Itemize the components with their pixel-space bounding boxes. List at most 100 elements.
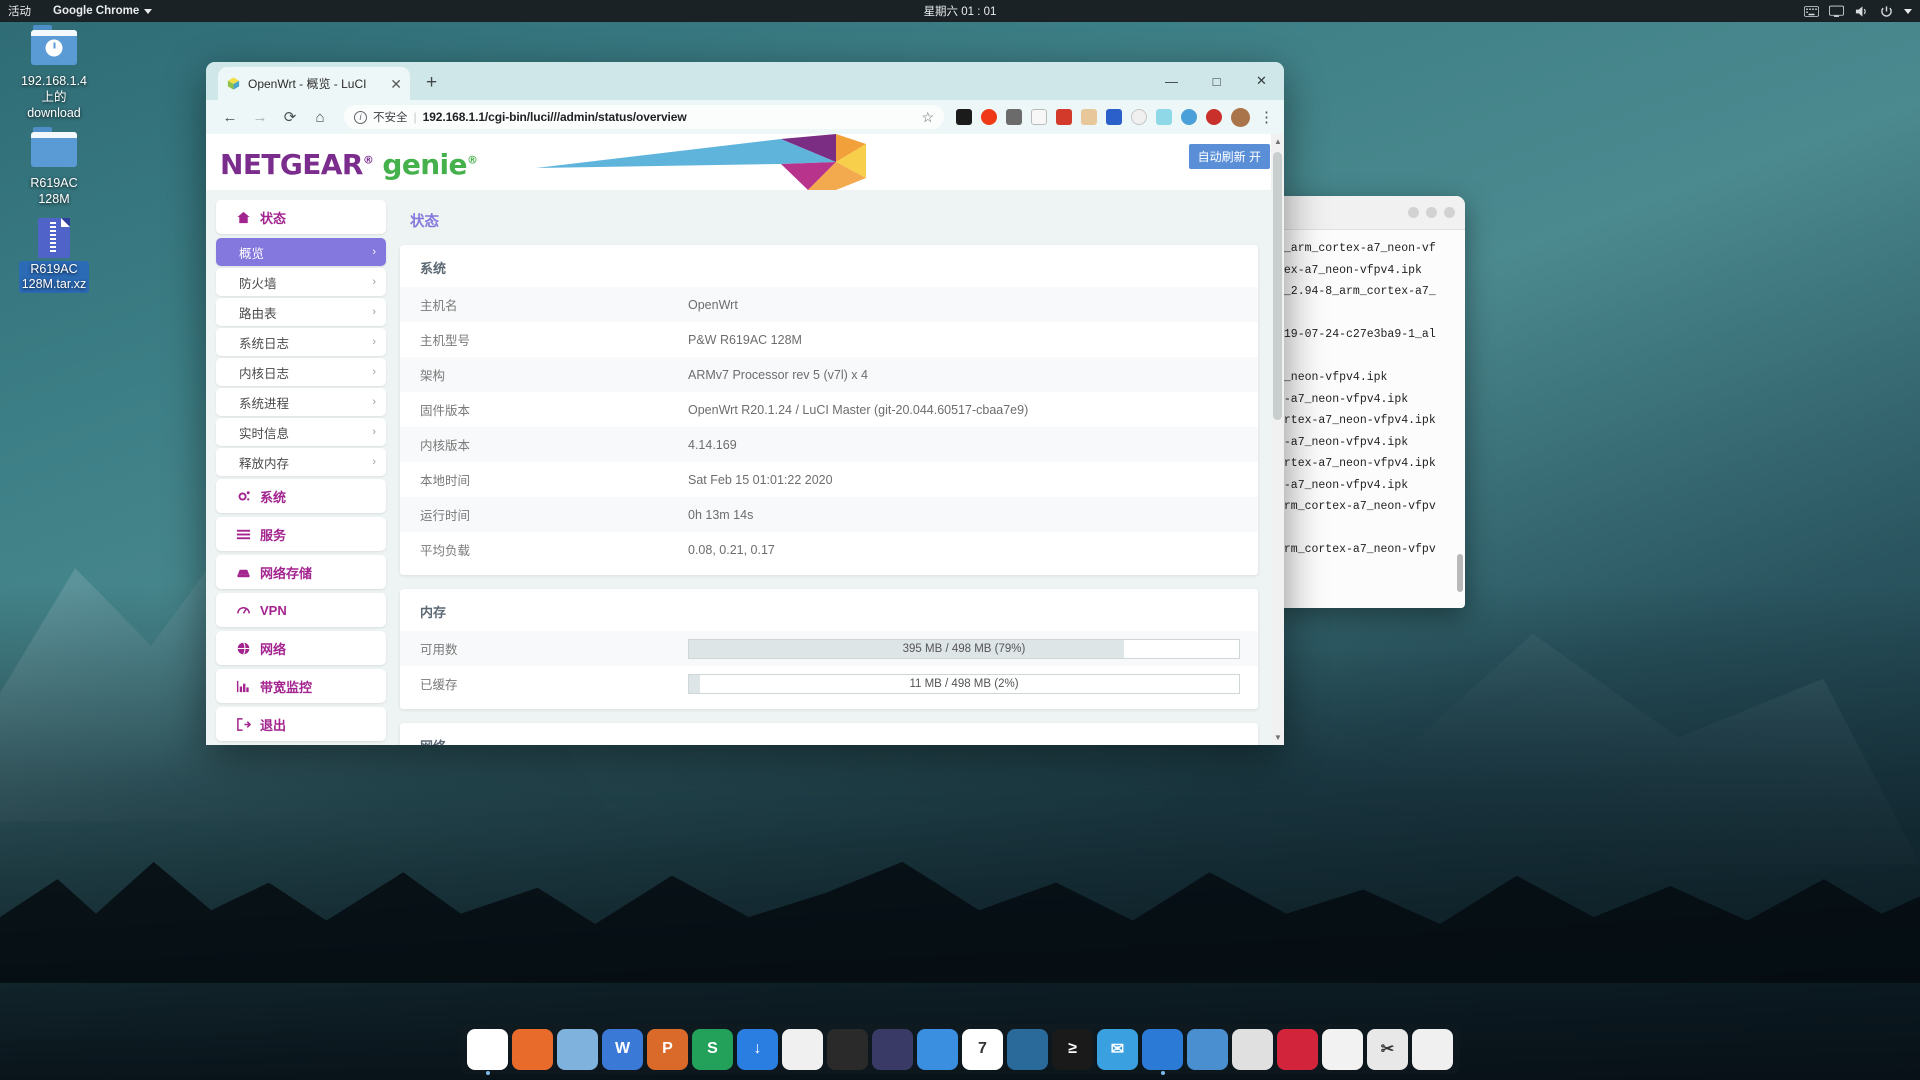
sidebar-subitem-释放内存[interactable]: 释放内存› [216,448,386,476]
page-scrollbar[interactable]: ▲ ▼ [1271,134,1284,745]
sidebar-subitem-内核日志[interactable]: 内核日志› [216,358,386,386]
sidebar-item-bandwidth[interactable]: 带宽监控 [216,669,386,703]
dock-item-drive[interactable] [782,1029,823,1070]
sidebar-item-services[interactable]: 服务 [216,517,386,551]
dock-item-chrome[interactable] [467,1029,508,1070]
scroll-down-icon[interactable]: ▼ [1274,733,1282,742]
home-button[interactable]: ⌂ [306,103,334,131]
ext-blue-icon[interactable] [1106,109,1122,125]
chrome-menu-button[interactable]: ⋮ [1259,108,1274,126]
ext-bulb-icon[interactable] [1006,109,1022,125]
info-icon[interactable]: i [354,111,367,124]
sidebar: 状态概览›防火墙›路由表›系统日志›内核日志›系统进程›实时信息›释放内存› 系统… [206,190,386,745]
active-app-menu[interactable]: Google Chrome [53,5,152,17]
auto-refresh-button[interactable]: 自动刷新 开 [1189,144,1270,169]
row-key: 可用数 [420,639,688,658]
card-title: 内存 [400,589,1258,631]
dock-item-cat-app[interactable] [827,1029,868,1070]
sidebar-subitem-label: 系统进程 [239,393,289,412]
dock-item-night-app[interactable] [872,1029,913,1070]
desktop-icon-r619ac-folder[interactable]: R619AC 128M [2,132,106,207]
desktop-icon-r619ac-archive[interactable]: R619AC 128M.tar.xz [2,218,106,293]
dock-item-glyph: 7 [978,1040,987,1058]
scroll-up-icon[interactable]: ▲ [1274,137,1282,146]
dock-item-wps-writer[interactable]: W [602,1029,643,1070]
dock-item-cut-tool[interactable]: ✂ [1367,1029,1408,1070]
dock-item-downloader[interactable]: ↓ [737,1029,778,1070]
sidebar-item-status[interactable]: 状态 [216,200,386,234]
sidebar-item-network[interactable]: 网络 [216,631,386,665]
dock-item-image-viewer[interactable] [557,1029,598,1070]
scrollbar-thumb[interactable] [1273,152,1282,420]
sidebar-subitem-实时信息[interactable]: 实时信息› [216,418,386,446]
system-tray[interactable] [1804,5,1912,18]
sidebar-item-label: 状态 [260,208,286,227]
desktop-icon-download-folder[interactable]: 192.168.1.4 上的 download [2,30,106,121]
ext-wifi-icon[interactable] [1181,109,1197,125]
reload-button[interactable]: ⟳ [276,103,304,131]
dock-item-calendar[interactable]: 7 [962,1029,1003,1070]
dock-item-browser-round[interactable] [1142,1029,1183,1070]
tab-openwrt[interactable]: OpenWrt - 概览 - LuCI ✕ [218,67,410,100]
system-card: 系统主机名OpenWrt主机型号P&W R619AC 128M架构ARMv7 P… [400,245,1258,575]
ext-dark-icon[interactable] [956,109,972,125]
ext-tan-icon[interactable] [1081,109,1097,125]
background-window-controls[interactable] [1408,207,1455,218]
luci-body: 状态概览›防火墙›路由表›系统日志›内核日志›系统进程›实时信息›释放内存› 系统… [206,190,1284,745]
ext-pdf-icon[interactable] [1056,109,1072,125]
sidebar-item-system[interactable]: 系统 [216,479,386,513]
genie-wordmark: genie [382,148,467,181]
dock-item-wps-spreadsheet[interactable]: S [692,1029,733,1070]
omnibox-toolbar: ← → ⟳ ⌂ i 不安全 | 192.168.1.1/cgi-bin/luci… [206,100,1284,134]
dock-item-mail[interactable]: ✉ [1097,1029,1138,1070]
close-window-button[interactable]: ✕ [1239,62,1284,100]
tab-close-icon[interactable]: ✕ [390,77,402,91]
sidebar-subitem-系统日志[interactable]: 系统日志› [216,328,386,356]
clock[interactable]: 星期六 01 : 01 [924,3,997,19]
sidebar-item-storage[interactable]: 网络存储 [216,555,386,589]
display-icon [1829,5,1844,18]
background-window-line: a-a7_neon-vfpv4.ipk [1273,432,1465,454]
minimize-button[interactable]: — [1149,62,1194,100]
ext-cloud-icon[interactable] [1031,109,1047,125]
background-window-line [1273,346,1465,368]
dock-item-browser-blue[interactable] [917,1029,958,1070]
background-window-line: ortex-a7_neon-vfpv4.ipk [1273,453,1465,475]
dock-item-terminal[interactable]: ≥ [1052,1029,1093,1070]
dock-item-settings[interactable] [1187,1029,1228,1070]
background-window-line: arm_cortex-a7_neon-vfpv [1273,496,1465,518]
sidebar-item-vpn[interactable]: VPN [216,593,386,627]
dock-item-flower-app[interactable] [1412,1029,1453,1070]
maximize-button[interactable]: □ [1194,62,1239,100]
background-window-scrollbar[interactable] [1457,554,1463,592]
new-tab-button[interactable]: + [426,73,437,92]
dock-item-audio[interactable] [1232,1029,1273,1070]
sidebar-item-label: VPN [260,603,287,618]
row-key: 固件版本 [420,400,688,419]
bookmark-star-icon[interactable]: ☆ [921,109,934,126]
sidebar-subitem-路由表[interactable]: 路由表› [216,298,386,326]
address-bar[interactable]: i 不安全 | 192.168.1.1/cgi-bin/luci///admin… [344,105,944,129]
dock-item-video-editor[interactable] [1007,1029,1048,1070]
sidebar-group-vpn: VPN [216,593,386,627]
background-file-window[interactable]: 2_arm_cortex-a7_neon-vftex-a7_neon-vfpv4… [1273,196,1465,608]
sidebar-group-logout: 退出 [216,707,386,741]
sidebar-subitem-概览[interactable]: 概览› [216,238,386,266]
avatar-icon[interactable] [1231,108,1250,127]
ext-circle-icon[interactable] [1131,109,1147,125]
ext-infinity-icon[interactable] [981,109,997,125]
ext-abp-icon[interactable] [1206,109,1222,125]
activities-button[interactable]: 活动 [8,3,31,19]
dock-item-monitor[interactable] [1322,1029,1363,1070]
back-button[interactable]: ← [216,103,244,131]
ext-pen-icon[interactable] [1156,109,1172,125]
dock-item-record[interactable] [1277,1029,1318,1070]
dock-item-wps-presentation[interactable]: P [647,1029,688,1070]
sidebar-group-system: 系统 [216,479,386,513]
sidebar-subitem-防火墙[interactable]: 防火墙› [216,268,386,296]
sidebar-subitem-系统进程[interactable]: 系统进程› [216,388,386,416]
sidebar-item-logout[interactable]: 退出 [216,707,386,741]
forward-button[interactable]: → [246,103,274,131]
dock-item-firefox[interactable] [512,1029,553,1070]
table-row: 内核版本4.14.169 [400,427,1258,462]
